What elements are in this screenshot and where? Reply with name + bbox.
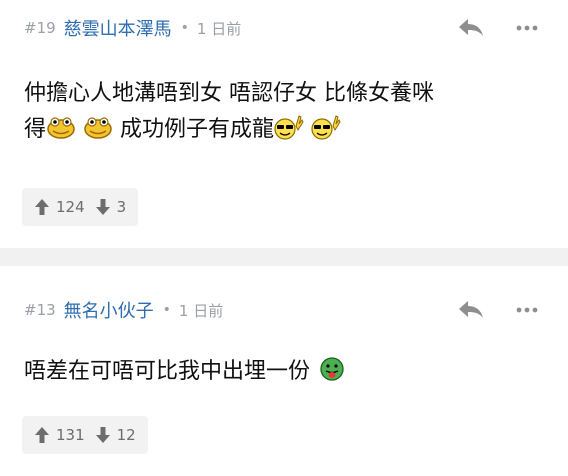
- comment-text: 唔差在可唔可比我中出埋一份: [24, 359, 311, 384]
- meta-separator: •: [162, 302, 171, 318]
- thumb-up-icon: [35, 199, 49, 215]
- comment-line: 仲擔心人地溝唔到女 唔認仔女 比條女養咪: [24, 81, 434, 106]
- sunglasses-rock-emoji: [274, 114, 304, 140]
- reply-arrow-icon[interactable]: [456, 298, 486, 322]
- comment-text: 成功例子有成龍: [120, 117, 275, 142]
- comment-19: #19 慈雲山本澤馬 • 1 日前 仲擔心人地溝唔到女 唔認仔女 比條女養咪 得…: [0, 0, 568, 248]
- frog-emoji: [83, 114, 113, 140]
- downvote-count: 12: [116, 426, 136, 444]
- downvote-button[interactable]: 12: [95, 426, 136, 444]
- thumb-up-icon: [35, 427, 49, 443]
- upvote-button[interactable]: 131: [34, 426, 85, 444]
- comment-header: #19 慈雲山本澤馬 • 1 日前: [24, 14, 241, 42]
- vote-bar: 124 3: [22, 188, 139, 226]
- meta-separator: •: [180, 20, 189, 36]
- comment-number: #19: [24, 19, 56, 37]
- more-dots-icon[interactable]: [512, 16, 542, 40]
- upvote-button[interactable]: 124: [34, 198, 85, 216]
- more-dots-icon[interactable]: [512, 298, 542, 322]
- post-time: 1 日前: [178, 301, 224, 320]
- upvote-count: 124: [56, 198, 85, 216]
- thumb-down-icon: [95, 199, 110, 215]
- username-link[interactable]: 慈雲山本澤馬: [64, 15, 172, 41]
- comment-body: 唔差在可唔可比我中出埋一份: [24, 354, 538, 390]
- comment-number: #13: [24, 301, 56, 319]
- upvote-count: 131: [56, 426, 85, 444]
- reply-arrow-icon[interactable]: [456, 16, 486, 40]
- downvote-count: 3: [116, 198, 127, 216]
- comment-separator: [0, 248, 568, 266]
- comment-13: #13 無名小伙子 • 1 日前 唔差在可唔可比我中出埋一份 131 12: [0, 266, 568, 476]
- sunglasses-rock-emoji: [311, 114, 341, 140]
- comment-line: 得 成功例子有成龍: [24, 112, 538, 148]
- username-link[interactable]: 無名小伙子: [64, 297, 154, 323]
- comment-text: 得: [24, 117, 47, 142]
- post-time: 1 日前: [196, 19, 242, 38]
- downvote-button[interactable]: 3: [95, 198, 127, 216]
- vote-bar: 131 12: [22, 416, 148, 454]
- tongue-emoji: [317, 356, 347, 382]
- comment-body: 仲擔心人地溝唔到女 唔認仔女 比條女養咪 得 成功例子有成龍: [24, 76, 538, 148]
- comment-header: #13 無名小伙子 • 1 日前: [24, 296, 223, 324]
- frog-emoji: [46, 114, 76, 140]
- thumb-down-icon: [95, 427, 110, 443]
